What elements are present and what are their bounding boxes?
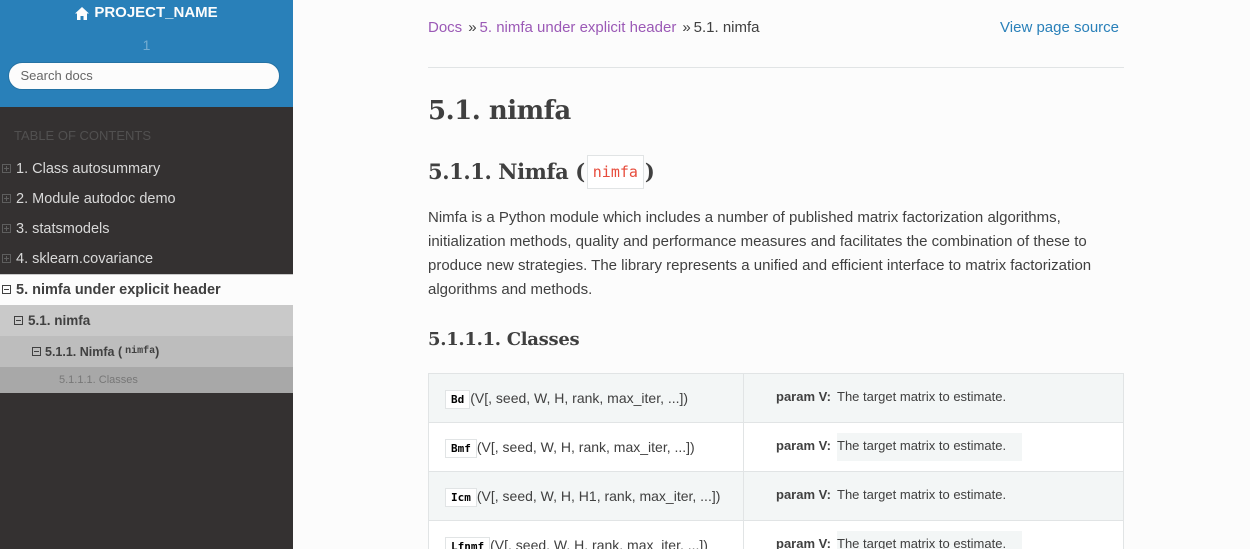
- collapse-icon[interactable]: [32, 347, 41, 356]
- expand-icon[interactable]: [2, 254, 11, 263]
- project-name: PROJECT_NAME: [94, 4, 218, 21]
- table-row: Lfnmf (V[, seed, W, H, rank, max_iter, ..…: [428, 520, 1124, 549]
- table-row: Bmf (V[, seed, W, H, rank, max_iter, ...]…: [428, 422, 1124, 472]
- search-input[interactable]: [7, 61, 280, 90]
- param-desc: The target matrix to estimate.: [837, 487, 1007, 502]
- sidebar-header: PROJECT_NAME 1: [0, 0, 293, 107]
- param-label: param V:: [776, 389, 831, 404]
- view-page-source-link[interactable]: View page source: [1000, 19, 1119, 37]
- breadcrumb-separator: »: [468, 19, 477, 36]
- toc-item-module-autodoc[interactable]: 2. Module autodoc demo: [0, 184, 293, 214]
- toc-subitem-nimfa[interactable]: 5.1. nimfa: [0, 305, 293, 336]
- toc-subitem-label: 5.1. nimfa: [28, 313, 91, 328]
- param-label: param V:: [776, 438, 831, 453]
- class-link[interactable]: Icm: [445, 488, 477, 507]
- table-cell-name: Bmf (V[, seed, W, H, rank, max_iter, ...]…: [428, 422, 744, 472]
- section-title-close: ): [644, 159, 655, 184]
- toc-item-classes-label: 5.1.1.1. Classes: [59, 374, 138, 386]
- intro-paragraph: Nimfa is a Python module which includes …: [428, 209, 1092, 298]
- sidebar: PROJECT_NAME 1 TABLE OF CONTENTS 1. Clas…: [0, 0, 293, 549]
- table-row: Bd (V[, seed, W, H, rank, max_iter, ...])…: [428, 373, 1124, 423]
- table-cell-desc: param V: The target matrix to estimate.: [743, 373, 1124, 423]
- collapse-icon[interactable]: [2, 285, 11, 294]
- home-icon: [75, 6, 90, 20]
- breadcrumb-current: 5.1. nimfa: [693, 19, 760, 36]
- table-cell-desc: param V: The target matrix to estimate.: [743, 520, 1124, 549]
- toc: 1. Class autosummary 2. Module autodoc d…: [0, 154, 293, 393]
- toc-item-label: 5. nimfa under explicit header: [16, 282, 221, 298]
- project-home-link[interactable]: PROJECT_NAME: [75, 4, 218, 22]
- class-signature: (V[, seed, W, H, rank, max_iter, ...]): [476, 439, 695, 455]
- version-label: 1: [142, 36, 151, 53]
- divider: [428, 67, 1124, 68]
- table-cell-desc: param V: The target matrix to estimate.: [743, 471, 1124, 521]
- toc-subsubitem-after: ): [155, 344, 160, 359]
- toc-item-label: 1. Class autosummary: [16, 161, 161, 177]
- table-cell-name: Lfnmf (V[, seed, W, H, rank, max_iter, ..…: [428, 520, 744, 549]
- breadcrumb-parent-link[interactable]: 5. nimfa under explicit header: [480, 19, 677, 36]
- expand-icon[interactable]: [2, 194, 11, 203]
- toc-item-class-autosummary[interactable]: 1. Class autosummary: [0, 154, 293, 184]
- table-cell-name: Icm (V[, seed, W, H, H1, rank, max_iter, …: [428, 471, 744, 521]
- table-row: Icm (V[, seed, W, H, H1, rank, max_iter, …: [428, 471, 1124, 521]
- class-signature: (V[, seed, W, H, rank, max_iter, ...]): [490, 537, 708, 549]
- expand-icon[interactable]: [2, 224, 11, 233]
- class-link[interactable]: Bd: [445, 390, 471, 409]
- toc-item-statsmodels[interactable]: 3. statsmodels: [0, 214, 293, 244]
- breadcrumb: Docs» 5. nimfa under explicit header» 5.1.…: [428, 19, 1124, 39]
- toc-item-sklearn-covariance[interactable]: 4. sklearn.covariance: [0, 244, 293, 274]
- toc-item-label: 3. statsmodels: [16, 221, 110, 237]
- classes-table: Bd (V[, seed, W, H, rank, max_iter, ...])…: [428, 373, 1124, 549]
- toc-code-nimfa: nimfa: [125, 346, 156, 357]
- param-label: param V:: [776, 536, 831, 549]
- section-title: 5.1.1. Nimfa (nimfa): [428, 155, 655, 189]
- section-title-text: 5.1.1. Nimfa (: [428, 159, 585, 184]
- class-link[interactable]: Bmf: [445, 439, 477, 458]
- table-cell-desc: param V: The target matrix to estimate.: [743, 422, 1124, 472]
- table-cell-name: Bd (V[, seed, W, H, rank, max_iter, ...]): [428, 373, 744, 423]
- param-label: param V:: [776, 487, 831, 502]
- class-signature: (V[, seed, W, H, H1, rank, max_iter, ...…: [476, 488, 721, 504]
- param-desc: The target matrix to estimate.: [837, 531, 1023, 549]
- toc-subsubitem-nimfa[interactable]: 5.1.1. Nimfa (nimfa): [0, 336, 293, 367]
- breadcrumb-docs-link[interactable]: Docs: [428, 19, 462, 36]
- toc-item-label: 4. sklearn.covariance: [16, 251, 154, 267]
- param-desc: The target matrix to estimate.: [837, 389, 1007, 404]
- section-title-code: nimfa: [586, 155, 644, 189]
- param-desc: The target matrix to estimate.: [837, 433, 1023, 461]
- toc-item-classes[interactable]: 5.1.1.1. Classes: [0, 367, 293, 393]
- collapse-icon[interactable]: [14, 316, 23, 325]
- expand-icon[interactable]: [2, 164, 11, 173]
- page-title: 5.1. nimfa: [428, 96, 571, 126]
- toc-caption: TABLE OF CONTENTS: [14, 128, 151, 143]
- toc-item-label: 2. Module autodoc demo: [16, 191, 176, 207]
- toc-subsubitem-label: 5.1.1. Nimfa (: [45, 344, 123, 359]
- toc-item-nimfa-current[interactable]: 5. nimfa under explicit header: [0, 274, 293, 305]
- class-signature: (V[, seed, W, H, rank, max_iter, ...]): [470, 390, 689, 406]
- class-link[interactable]: Lfnmf: [445, 537, 491, 549]
- subsection-title: 5.1.1.1. Classes: [428, 329, 580, 350]
- breadcrumb-separator: »: [682, 19, 691, 36]
